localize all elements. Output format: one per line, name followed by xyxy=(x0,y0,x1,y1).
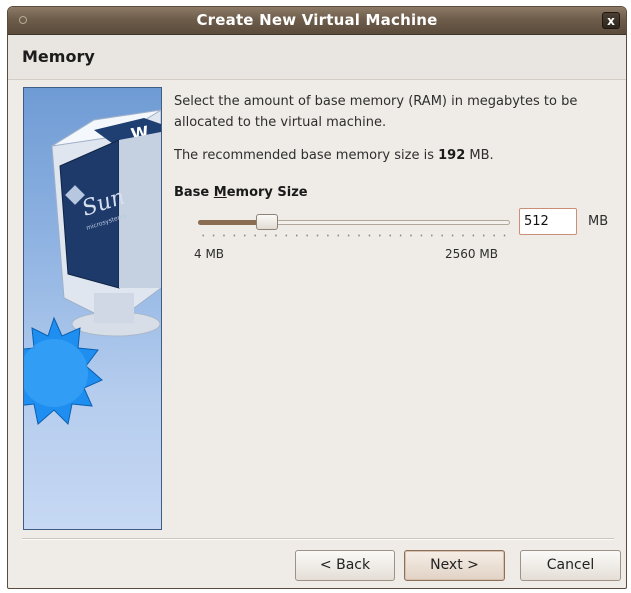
memory-slider[interactable] xyxy=(198,212,510,237)
wizard-side-image: W Sun microsystems xyxy=(23,87,162,530)
recommended-memory-text: The recommended base memory size is 192 … xyxy=(174,148,494,163)
content-area: Select the amount of base memory (RAM) i… xyxy=(174,91,614,261)
slider-ticks xyxy=(198,234,510,237)
close-button[interactable]: x xyxy=(602,12,620,29)
dialog-window: Create New Virtual Machine x Memory W Su… xyxy=(7,6,627,589)
memory-label-mnemonic: M xyxy=(213,185,227,200)
recommended-value: 192 xyxy=(438,148,466,163)
footer-separator xyxy=(22,538,614,540)
memory-unit-label: MB xyxy=(588,214,609,229)
recommended-suffix: MB. xyxy=(465,148,494,163)
back-button[interactable]: < Back xyxy=(295,550,395,581)
next-button[interactable]: Next > xyxy=(404,550,505,581)
page-title: Memory xyxy=(22,47,95,66)
memory-size-input[interactable] xyxy=(519,208,577,235)
memory-label-suffix: emory Size xyxy=(226,185,308,200)
window-title: Create New Virtual Machine xyxy=(196,11,438,29)
slider-min-label: 4 MB xyxy=(194,247,225,261)
base-memory-size-label: Base Memory Size xyxy=(174,185,308,200)
page-header: Memory xyxy=(8,35,626,80)
description-text: Select the amount of base memory (RAM) i… xyxy=(174,94,578,130)
slider-max-label: 2560 MB xyxy=(445,247,498,261)
slider-thumb[interactable] xyxy=(256,214,278,230)
memory-label-prefix: Base xyxy=(174,185,214,200)
cancel-button[interactable]: Cancel xyxy=(520,550,621,581)
title-bar[interactable]: Create New Virtual Machine x xyxy=(8,7,626,35)
recommended-prefix: The recommended base memory size is xyxy=(174,148,439,163)
virtualbox-illustration: W Sun microsystems xyxy=(24,109,161,426)
